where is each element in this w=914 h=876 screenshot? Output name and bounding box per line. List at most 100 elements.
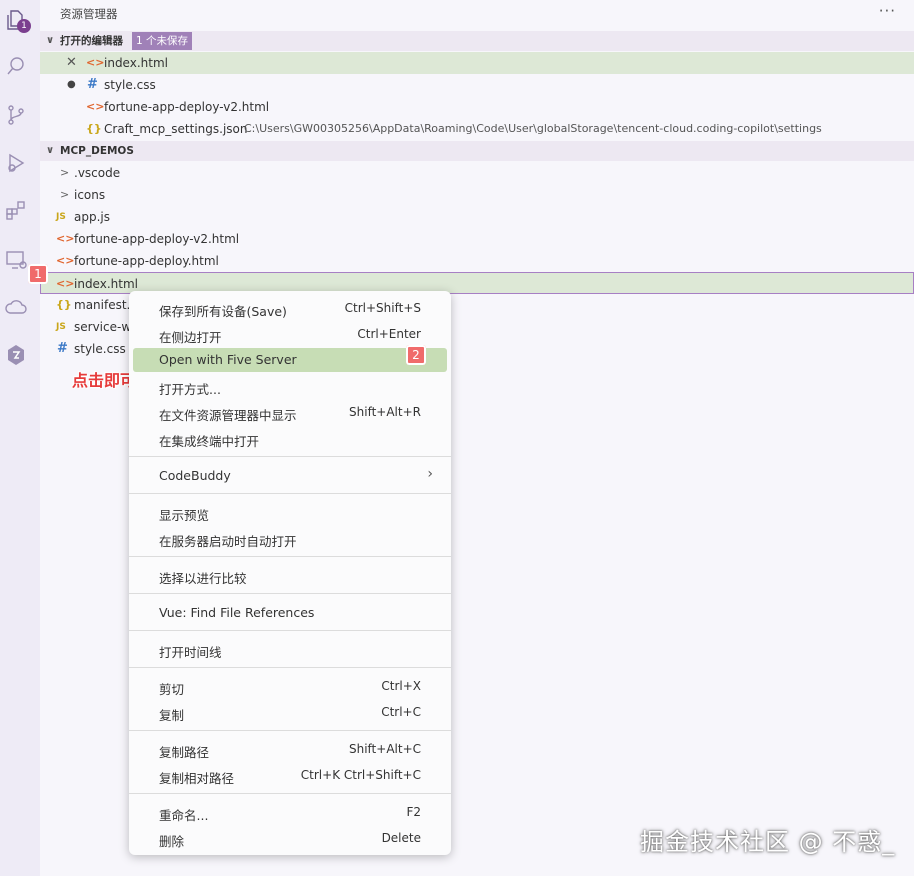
file-name: app.js: [74, 210, 110, 224]
context-menu: 保存到所有设备(Save) Ctrl+Shift+S 在侧边打开 Ctrl+En…: [129, 291, 451, 855]
menu-item-shortcut: Shift+Alt+C: [348, 742, 421, 756]
chevron-down-icon: ∨: [46, 35, 55, 46]
run-debug-icon[interactable]: [4, 151, 28, 175]
menu-item-select-for-compare[interactable]: 选择以进行比较: [133, 564, 447, 588]
js-file-icon: JS: [56, 322, 66, 332]
menu-item-label: 复制相对路径: [159, 771, 235, 786]
menu-item-shortcut: Ctrl+Shift+S: [344, 301, 421, 315]
menu-item-label: 在集成终端中打开: [159, 434, 260, 449]
html-file-icon: <>: [56, 254, 75, 267]
menu-item-shortcut: Ctrl+K Ctrl+Shift+C: [300, 768, 421, 782]
menu-item-copy[interactable]: 复制 Ctrl+C: [133, 701, 447, 725]
file-name: fortune-app-deploy-v2.html: [104, 100, 270, 114]
codebuddy-icon[interactable]: [4, 343, 28, 367]
menu-item-label: 显示预览: [159, 508, 210, 523]
step-marker-2: 2: [406, 345, 426, 365]
menu-item-open-with-five-server[interactable]: Open with Five Server: [133, 348, 447, 372]
menu-item-label: 删除: [159, 834, 185, 849]
menu-item-codebuddy[interactable]: CodeBuddy ›: [133, 464, 447, 488]
unsaved-dot-icon[interactable]: ●: [67, 74, 76, 96]
tree-item-folder[interactable]: > .vscode: [40, 162, 914, 184]
menu-item-label: 保存到所有设备(Save): [159, 304, 287, 319]
tree-item-folder[interactable]: > icons: [40, 184, 914, 206]
menu-item-auto-open[interactable]: 在服务器启动时自动打开: [133, 527, 447, 551]
menu-item-label: 复制路径: [159, 745, 210, 760]
menu-item-shortcut: Ctrl+Enter: [357, 327, 421, 341]
open-editors-header[interactable]: ∨ 打开的编辑器 1 个未保存: [40, 31, 914, 51]
callout-text: 点击即可: [72, 371, 137, 390]
chevron-right-icon: >: [60, 188, 70, 201]
menu-item-shortcut: Delete: [381, 831, 421, 845]
open-editor-item[interactable]: ✕ <> index.html: [40, 52, 914, 74]
menu-item-vue-find-references[interactable]: Vue: Find File References: [133, 601, 447, 625]
source-control-icon[interactable]: [4, 103, 28, 127]
menu-separator: [129, 730, 451, 731]
cloud-icon[interactable]: [4, 296, 28, 320]
search-icon[interactable]: [4, 54, 28, 78]
menu-item-label: CodeBuddy: [159, 468, 231, 483]
file-name: fortune-app-deploy.html: [74, 254, 219, 268]
menu-item-save-all[interactable]: 保存到所有设备(Save) Ctrl+Shift+S: [133, 297, 447, 321]
tree-item-file[interactable]: <> fortune-app-deploy-v2.html: [40, 228, 914, 250]
activity-bar: 1: [0, 0, 40, 876]
menu-separator: [129, 793, 451, 794]
open-editor-item[interactable]: {} Craft_mcp_settings.json C:\Users\GW00…: [40, 118, 914, 140]
menu-item-label: 打开时间线: [159, 645, 222, 660]
menu-separator: [129, 667, 451, 668]
close-icon[interactable]: ✕: [66, 52, 77, 74]
workspace-header[interactable]: ∨ MCP_DEMOS: [40, 141, 914, 161]
file-name: index.html: [74, 277, 138, 291]
menu-item-label: 选择以进行比较: [159, 571, 247, 586]
menu-item-delete[interactable]: 删除 Delete: [133, 827, 447, 851]
tree-item-file[interactable]: <> fortune-app-deploy.html: [40, 250, 914, 272]
unsaved-badge: 1 个未保存: [132, 32, 193, 50]
json-file-icon: {}: [56, 298, 72, 311]
menu-item-label: Open with Five Server: [159, 352, 297, 367]
menu-item-rename[interactable]: 重命名... F2: [133, 801, 447, 825]
menu-item-label: 剪切: [159, 682, 185, 697]
menu-item-copy-relative-path[interactable]: 复制相对路径 Ctrl+K Ctrl+Shift+C: [133, 764, 447, 788]
watermark: 掘金技术社区 @ 不惑_: [640, 828, 896, 856]
html-file-icon: <>: [86, 100, 105, 113]
menu-item-open-in-terminal[interactable]: 在集成终端中打开: [133, 427, 447, 451]
open-editor-item[interactable]: ● # style.css: [40, 74, 914, 96]
menu-separator: [129, 593, 451, 594]
file-name: service-w: [74, 320, 132, 334]
menu-item-show-preview[interactable]: 显示预览: [133, 501, 447, 525]
step-marker-1: 1: [28, 264, 48, 284]
menu-item-open-to-side[interactable]: 在侧边打开 Ctrl+Enter: [133, 323, 447, 347]
css-file-icon: #: [57, 341, 68, 356]
html-file-icon: <>: [56, 277, 75, 290]
menu-item-open-with[interactable]: 打开方式...: [133, 375, 447, 399]
file-name: fortune-app-deploy-v2.html: [74, 232, 240, 246]
html-file-icon: <>: [56, 232, 75, 245]
menu-item-label: 重命名...: [159, 808, 209, 823]
open-editor-item[interactable]: <> fortune-app-deploy-v2.html: [40, 96, 914, 118]
chevron-right-icon: >: [60, 166, 70, 179]
menu-item-shortcut: Shift+Alt+R: [349, 405, 421, 419]
menu-item-copy-path[interactable]: 复制路径 Shift+Alt+C: [133, 738, 447, 762]
menu-separator: [129, 556, 451, 557]
more-actions-icon[interactable]: ···: [879, 2, 896, 20]
extensions-icon[interactable]: [4, 199, 28, 223]
file-path: C:\Users\GW00305256\AppData\Roaming\Code…: [244, 122, 822, 135]
remote-explorer-icon[interactable]: [4, 248, 28, 272]
chevron-right-icon: ›: [427, 466, 433, 482]
file-name: index.html: [104, 56, 168, 70]
menu-item-open-timeline[interactable]: 打开时间线: [133, 638, 447, 662]
menu-separator: [129, 456, 451, 457]
file-name: style.css: [74, 342, 126, 356]
file-name: manifest.j: [74, 298, 134, 312]
menu-item-reveal-in-explorer[interactable]: 在文件资源管理器中显示 Shift+Alt+R: [133, 401, 447, 425]
menu-item-cut[interactable]: 剪切 Ctrl+X: [133, 675, 447, 699]
menu-item-label: 在侧边打开: [159, 330, 222, 345]
menu-item-shortcut: Ctrl+C: [381, 705, 421, 719]
menu-item-label: 复制: [159, 708, 185, 723]
folder-name: .vscode: [74, 166, 121, 180]
tree-item-file[interactable]: JS app.js: [40, 206, 914, 228]
menu-item-shortcut: F2: [406, 805, 421, 819]
css-file-icon: #: [87, 77, 98, 92]
workspace-label: MCP_DEMOS: [60, 145, 134, 157]
menu-item-shortcut: Ctrl+X: [381, 679, 421, 693]
json-file-icon: {}: [86, 122, 102, 135]
